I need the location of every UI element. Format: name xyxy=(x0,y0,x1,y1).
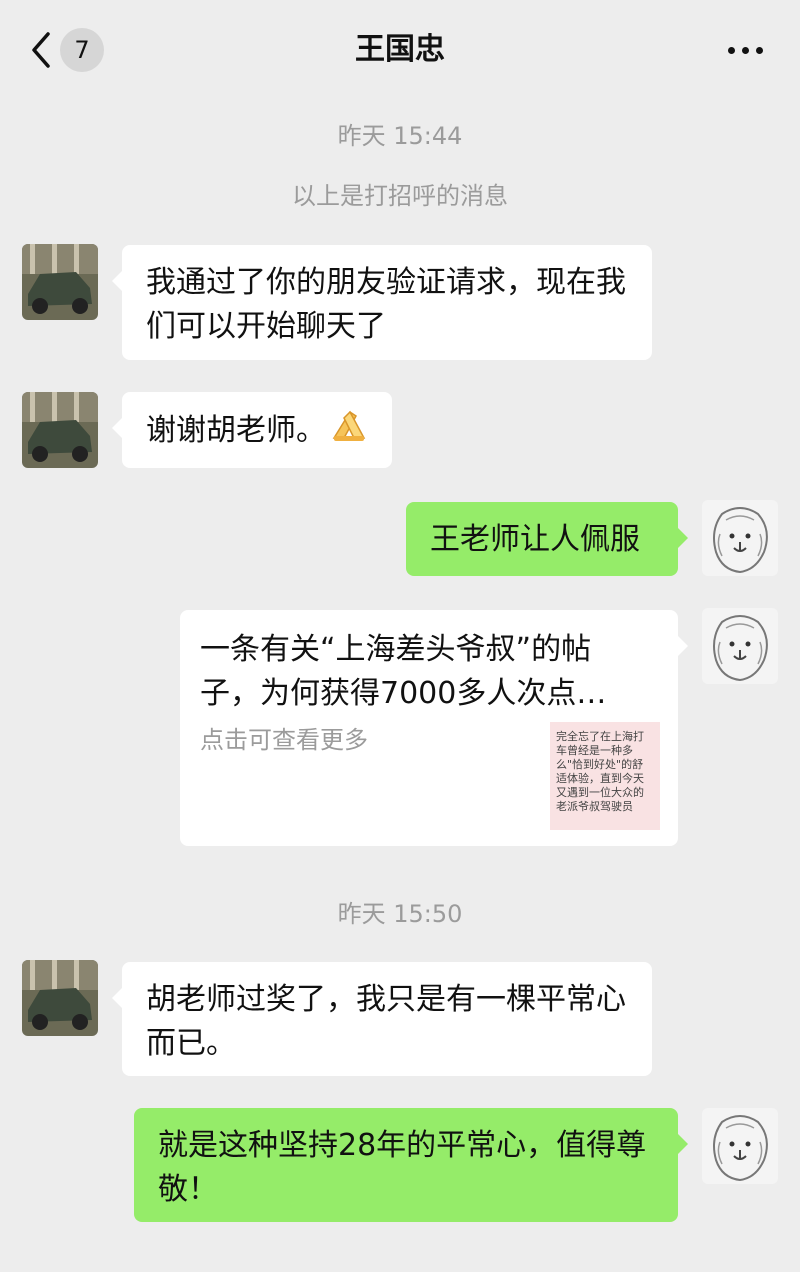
more-dot-icon xyxy=(742,47,749,54)
timestamp: 昨天 15:44 xyxy=(337,122,463,150)
message-bubble[interactable]: 谢谢胡老师。 xyxy=(112,392,392,468)
self-avatar[interactable] xyxy=(702,500,778,576)
folded-hands-emoji-icon xyxy=(330,408,368,455)
contact-avatar[interactable] xyxy=(22,392,98,468)
chat-header: 7 王国忠 xyxy=(0,0,800,100)
message-text: 我通过了你的朋友验证请求，现在我们可以开始聊天了 xyxy=(146,265,626,344)
message-text: 谢谢胡老师。 xyxy=(146,413,326,448)
greeting-notice: 以上是打招呼的消息 xyxy=(292,182,508,210)
message-text: 胡老师过奖了，我只是有一棵平常心而已。 xyxy=(146,982,626,1061)
more-dot-icon xyxy=(756,47,763,54)
shared-article-card[interactable]: 一条有关“上海差头爷叔”的帖子，为何获得7000多人次点… 点击可查看更多 完全… xyxy=(180,610,688,846)
message-bubble[interactable]: 我通过了你的朋友验证请求，现在我们可以开始聊天了 xyxy=(112,245,652,360)
article-thumbnail: 完全忘了在上海打车曾经是一种多么"恰到好处"的舒适体验，直到今天又遇到一位大众的… xyxy=(550,722,660,830)
contact-avatar[interactable] xyxy=(22,244,98,320)
message-bubble[interactable]: 王老师让人佩服 xyxy=(406,502,688,576)
message-text: 就是这种坚持28年的平常心，值得尊敬！ xyxy=(158,1128,647,1207)
message-bubble[interactable]: 胡老师过奖了，我只是有一棵平常心而已。 xyxy=(112,962,652,1076)
chat-title: 王国忠 xyxy=(355,32,445,67)
contact-avatar[interactable] xyxy=(22,960,98,1036)
more-dot-icon xyxy=(728,47,735,54)
article-title: 一条有关“上海差头爷叔”的帖子，为何获得7000多人次点… xyxy=(200,632,607,711)
timestamp: 昨天 15:50 xyxy=(337,900,463,928)
message-bubble[interactable]: 就是这种坚持28年的平常心，值得尊敬！ xyxy=(134,1108,688,1222)
self-avatar[interactable] xyxy=(702,1108,778,1184)
self-avatar[interactable] xyxy=(702,608,778,684)
message-text: 王老师让人佩服 xyxy=(430,522,640,557)
more-options-button[interactable] xyxy=(728,38,768,62)
